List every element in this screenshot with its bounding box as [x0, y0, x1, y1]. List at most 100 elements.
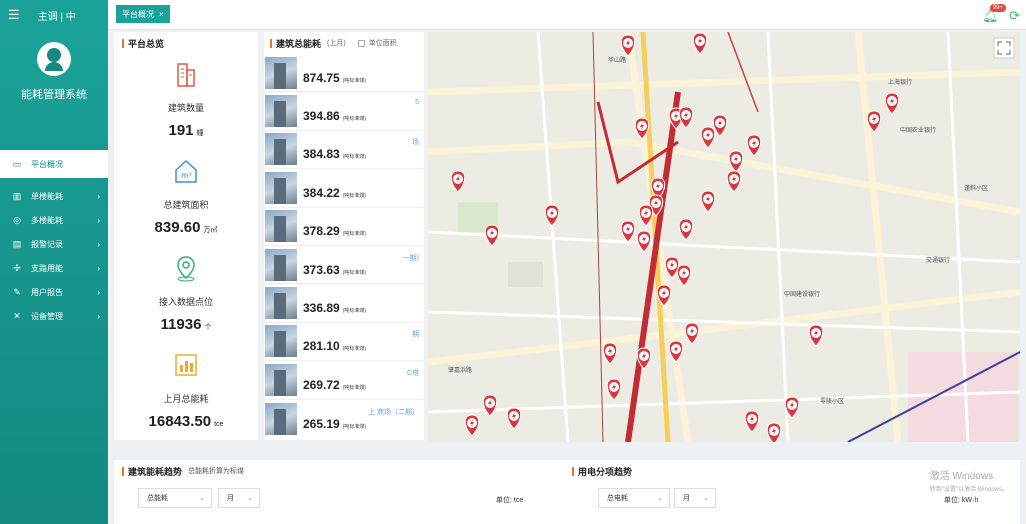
list-item[interactable]: C塔 269.72 (吨标准煤) — [264, 361, 424, 400]
building-icon: ▥ — [12, 190, 22, 201]
house-area-icon: m² — [175, 159, 197, 183]
sidebar-item-overview[interactable]: ▭ 平台概况 — [0, 150, 108, 178]
map-label: 上海银行 — [888, 78, 912, 86]
energy-trend-section: 建筑能耗趋势 总能耗折算为标煤 总能耗 ⌄ 月 ⌄ 单位: tce — [114, 460, 564, 524]
list-item[interactable]: 5 394.86 (吨标准煤) — [264, 92, 424, 131]
sidebar-item-report[interactable]: ✎ 用户报告 › — [0, 280, 108, 304]
breadcrumb: 主调 | 中 — [37, 11, 76, 23]
list-item[interactable]: 336.89 (吨标准煤) — [264, 284, 424, 323]
stat-value: 16843.50 tce — [148, 413, 224, 430]
energy-value: 269.72 (吨标准煤) — [303, 377, 367, 392]
sidebar-item-single-building[interactable]: ▥ 单楼能耗 › — [0, 184, 108, 208]
building-name: 上 商场（二期） — [368, 408, 419, 416]
location-pin-icon — [177, 256, 195, 282]
sidebar-item-multi-building[interactable]: ◎ 多楼能耗 › — [0, 208, 108, 232]
top-bar: 平台概况 × 🔔︎ 99+ ⟳ — [108, 0, 1026, 30]
building-name: 场 — [412, 139, 419, 147]
monitor-icon: ▭ — [12, 158, 22, 169]
fullscreen-icon[interactable] — [993, 37, 1015, 59]
list-item[interactable]: 场 384.83 (吨标准煤) — [264, 131, 424, 170]
building-photo — [265, 248, 297, 281]
stat-building-count: 建筑数量 191 幢 — [114, 60, 258, 139]
period-select[interactable]: 月 ⌄ — [674, 488, 716, 508]
chevron-right-icon: › — [97, 191, 100, 201]
sidebar-menu: ▭ 平台概况 ▥ 单楼能耗 › ◎ 多楼能耗 › ▤ 报警记录 › ✣ 支路用能… — [0, 150, 108, 328]
refresh-icon[interactable]: ⟳ — [1009, 8, 1020, 24]
building-name — [303, 61, 421, 71]
stat-total-area: m² 总建筑面积 839.60 万㎡ — [114, 157, 258, 236]
close-icon[interactable]: × — [159, 10, 164, 19]
sidebar-item-label: 单楼能耗 — [31, 191, 63, 201]
stat-value: 191 幢 — [168, 122, 204, 139]
building-name: 5 — [415, 99, 419, 107]
sidebar-item-label: 用户报告 — [31, 287, 63, 297]
chevron-right-icon: › — [97, 263, 100, 273]
list-item[interactable]: 874.75 (吨标准煤) — [264, 54, 424, 93]
list-item[interactable]: 期 281.10 (吨标准煤) — [264, 323, 424, 362]
map-label: 肇嘉浜路 — [448, 366, 472, 374]
list-item[interactable]: 378.29 (吨标准煤) — [264, 208, 424, 246]
chevron-right-icon: › — [97, 215, 100, 225]
sidebar-item-label: 支路用能 — [31, 263, 63, 273]
building-photo — [265, 171, 297, 204]
menu-toggle-icon[interactable]: ☰ — [8, 7, 20, 23]
building-photo — [265, 402, 297, 435]
stat-label: 总建筑面积 — [163, 200, 209, 210]
energy-value: 384.22 (吨标准煤) — [303, 185, 367, 200]
energy-value: 281.10 (吨标准煤) — [303, 339, 367, 354]
chevron-down-icon: ⌄ — [247, 495, 253, 502]
building-name: C塔 — [406, 369, 419, 377]
stat-data-points: 接入数据点位 11936 个 — [114, 254, 258, 333]
chevron-down-icon: ⌄ — [657, 495, 663, 502]
energy-value: 378.29 (吨标准煤) — [303, 224, 367, 239]
user-avatar — [37, 42, 71, 76]
building-photo — [265, 95, 297, 128]
map-label: 中国农业银行 — [900, 126, 936, 134]
list-item[interactable]: 384.22 (吨标准煤) — [264, 169, 424, 208]
map-label: 零陵小区 — [820, 397, 844, 405]
checkbox-icon — [357, 39, 365, 47]
sidebar-item-label: 报警记录 — [31, 239, 63, 249]
bottom-charts: 建筑能耗趋势 总能耗折算为标煤 总能耗 ⌄ 月 ⌄ 单位: tce 用电分项趋势 总电… — [114, 460, 1020, 524]
report-icon: ✎ — [13, 286, 21, 297]
power-type-select[interactable]: 总电耗 ⌄ — [598, 488, 670, 508]
list-item[interactable]: 上 商场（二期） 265.19 (吨标准煤) — [264, 400, 424, 438]
sidebar-item-alarm[interactable]: ▤ 报警记录 › — [0, 232, 108, 256]
building-photo — [265, 133, 297, 166]
sidebar-top: ☰ 主调 | 中 — [0, 0, 108, 30]
windows-activation-watermark: 激活 Windows 转到"设置"以激活 Windows。 — [929, 471, 1008, 493]
energy-value: 874.75 (吨标准煤) — [303, 70, 367, 85]
energy-value: 265.19 (吨标准煤) — [303, 416, 367, 431]
energy-type-select[interactable]: 总能耗 ⌄ — [138, 488, 212, 508]
building-photo — [265, 56, 297, 89]
stat-label: 接入数据点位 — [158, 297, 213, 307]
building-name: 期 — [412, 331, 419, 339]
tools-icon: ✕ — [13, 310, 21, 321]
compass-icon: ◎ — [13, 214, 21, 225]
sidebar-item-device[interactable]: ✕ 设备管理 › — [0, 304, 108, 328]
chevron-right-icon: › — [97, 311, 100, 321]
period-select[interactable]: 月 ⌄ — [218, 488, 260, 508]
sidebar-item-branch[interactable]: ✣ 支路用能 › — [0, 256, 108, 280]
platform-overview-panel: 平台总览 建筑数量 191 幢 m² 总建筑面积 839.60 万㎡ 接入数据点位 … — [114, 32, 258, 440]
stat-label: 上月总能耗 — [163, 394, 209, 404]
sidebar-item-label: 设备管理 — [31, 311, 63, 321]
stat-value: 839.60 万㎡ — [154, 219, 218, 236]
sidebar-item-label: 多楼能耗 — [31, 215, 63, 225]
energy-value: 394.86 (吨标准煤) — [303, 109, 367, 124]
map-canvas[interactable]: 谨斜小区 零陵小区 中国建设银行 上海银行 中国农业银行 交通银行 肇嘉浜路 华… — [428, 32, 1020, 442]
sidebar: ☰ 主调 | 中 能耗管理系统 ▭ 平台概况 ▥ 单楼能耗 › ◎ 多楼能耗 ›… — [0, 0, 108, 524]
svg-text:m²: m² — [181, 171, 192, 180]
list-item[interactable]: 一期) 373.63 (吨标准煤) — [264, 246, 424, 285]
building-name — [303, 214, 421, 224]
building-energy-list: 874.75 (吨标准煤) 5 394.86 (吨标准煤) 场 384.83 (吨标准煤)… — [264, 54, 424, 438]
unit-area-checkbox[interactable]: 单位面积 — [357, 38, 397, 48]
section-title: 建筑能耗趋势 总能耗折算为标煤 — [114, 460, 564, 482]
map-label: 华山路 — [608, 56, 626, 64]
tab-overview[interactable]: 平台概况 × — [116, 5, 170, 23]
map-view[interactable]: 谨斜小区 零陵小区 中国建设银行 上海银行 中国农业银行 交通银行 肇嘉浜路 华… — [428, 32, 1020, 442]
map-label: 交通银行 — [926, 256, 950, 264]
app-title: 能耗管理系统 — [21, 89, 87, 101]
notification-badge: 99+ — [989, 4, 1006, 12]
building-name — [303, 176, 421, 186]
